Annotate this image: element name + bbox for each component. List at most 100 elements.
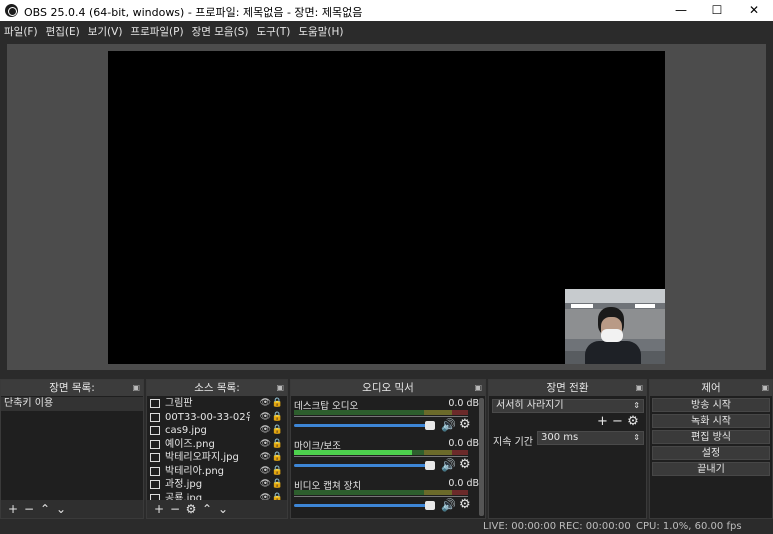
duration-spinbox[interactable]: 300 ms ⇕ xyxy=(537,431,644,445)
transition-select[interactable]: 서서히 사라지기 ⇕ xyxy=(492,399,644,413)
gear-icon[interactable]: ⚙ xyxy=(459,457,471,472)
gear-icon[interactable]: ⚙ xyxy=(459,497,471,512)
sources-header: 소스 목록: ▣ xyxy=(147,380,287,396)
move-up-icon[interactable]: ⌃ xyxy=(37,500,53,518)
scenes-toolbar: + − ⌃ ⌄ xyxy=(1,500,143,518)
scenes-header: 장면 목록: ▣ xyxy=(1,380,143,396)
remove-transition-icon[interactable]: − xyxy=(612,414,623,429)
image-icon xyxy=(150,439,160,449)
mixer-channel: 마이크/보조 0.0 dB 🔊 ⚙ xyxy=(291,437,485,477)
channel-db: 0.0 dB xyxy=(448,438,479,449)
chevron-updown-icon: ⇕ xyxy=(633,401,640,410)
visibility-eye-icon[interactable]: 👁 xyxy=(260,424,271,438)
menu-file[interactable]: 파일(F) xyxy=(0,21,42,39)
start-recording-button[interactable]: 녹화 시작 xyxy=(652,414,770,428)
controls-buttons: 방송 시작 녹화 시작 편집 방식 설정 끝내기 xyxy=(650,396,772,476)
menu-bar: 파일(F) 편집(E) 보기(V) 프로파일(P) 장면 모음(S) 도구(T) 도움말(H… xyxy=(0,21,773,40)
minimize-button[interactable]: — xyxy=(663,0,699,21)
move-up-icon[interactable]: ⌃ xyxy=(199,500,215,518)
mixer-header: 오디오 믹서 ▣ xyxy=(291,380,485,396)
speaker-icon[interactable]: 🔊 xyxy=(441,458,456,472)
remove-source-icon[interactable]: − xyxy=(167,500,183,518)
slider-knob[interactable] xyxy=(425,461,435,470)
source-item[interactable]: 박테리아.png 👁 🔒 xyxy=(147,465,287,479)
lock-icon[interactable]: 🔒 xyxy=(272,438,283,452)
obs-logo-icon xyxy=(5,4,18,17)
slider-knob[interactable] xyxy=(425,421,435,430)
visibility-eye-icon[interactable]: 👁 xyxy=(260,397,271,411)
menu-view[interactable]: 보기(V) xyxy=(84,21,127,39)
dock-float-icon[interactable]: ▣ xyxy=(276,380,284,396)
menu-scene-collection[interactable]: 장면 모음(S) xyxy=(188,21,253,39)
lock-icon[interactable]: 🔒 xyxy=(272,451,283,465)
menu-tools[interactable]: 도구(T) xyxy=(252,21,294,39)
lock-icon[interactable]: 🔒 xyxy=(272,465,283,479)
chevron-updown-icon[interactable]: ⇕ xyxy=(633,432,640,444)
mixer-channel: 데스크탑 오디오 0.0 dB 🔊 ⚙ xyxy=(291,397,485,437)
dock-float-icon[interactable]: ▣ xyxy=(635,380,643,396)
mixer-scrollbar[interactable] xyxy=(479,398,484,516)
speaker-icon[interactable]: 🔊 xyxy=(441,498,456,512)
menu-profile[interactable]: 프로파일(P) xyxy=(126,21,187,39)
image-icon xyxy=(150,466,160,476)
visibility-eye-icon[interactable]: 👁 xyxy=(260,451,271,465)
visibility-eye-icon[interactable]: 👁 xyxy=(260,465,271,479)
add-scene-icon[interactable]: + xyxy=(5,500,21,518)
menu-edit[interactable]: 편집(E) xyxy=(42,21,84,39)
volume-slider[interactable] xyxy=(294,421,435,430)
menu-help[interactable]: 도움말(H) xyxy=(294,21,347,39)
image-icon xyxy=(150,412,160,422)
source-item[interactable]: 공룡.jpg 👁 🔒 xyxy=(147,492,287,501)
remove-scene-icon[interactable]: − xyxy=(21,500,37,518)
source-item[interactable]: 예이즈.png 👁 🔒 xyxy=(147,438,287,452)
image-icon xyxy=(150,453,160,462)
exit-button[interactable]: 끝내기 xyxy=(652,462,770,476)
dock-float-icon[interactable]: ▣ xyxy=(132,380,140,396)
visibility-eye-icon[interactable]: 👁 xyxy=(260,411,271,425)
visibility-eye-icon[interactable]: 👁 xyxy=(260,438,271,452)
mixer-channel: 비디오 캡쳐 장치 0.0 dB 🔊 ⚙ xyxy=(291,477,485,517)
volume-slider[interactable] xyxy=(294,461,435,470)
dock-float-icon[interactable]: ▣ xyxy=(474,380,482,396)
visibility-eye-icon[interactable]: 👁 xyxy=(260,478,271,492)
move-down-icon[interactable]: ⌄ xyxy=(53,500,69,518)
move-down-icon[interactable]: ⌄ xyxy=(215,500,231,518)
slider-knob[interactable] xyxy=(425,501,435,510)
volume-slider[interactable] xyxy=(294,501,435,510)
scene-item[interactable]: 단축키 이용 xyxy=(1,397,143,411)
lock-icon[interactable]: 🔒 xyxy=(272,478,283,492)
settings-button[interactable]: 설정 xyxy=(652,446,770,460)
rec-status: REC: 00:00:00 xyxy=(559,521,631,532)
scenes-dock: 장면 목록: ▣ 단축키 이용 + − ⌃ ⌄ xyxy=(0,379,144,519)
controls-dock: 제어 ▣ 방송 시작 녹화 시작 편집 방식 설정 끝내기 xyxy=(649,379,773,519)
source-item[interactable]: 박테리오파지.jpg 👁 🔒 xyxy=(147,451,287,465)
source-item[interactable]: cas9.jpg 👁 🔒 xyxy=(147,424,287,438)
lock-icon[interactable]: 🔒 xyxy=(272,424,283,438)
maximize-button[interactable]: ☐ xyxy=(699,0,735,21)
source-item[interactable]: 과정.jpg 👁 🔒 xyxy=(147,478,287,492)
source-item[interactable]: 00T33-00-33-02유초👁🔒 xyxy=(147,411,287,425)
gear-icon[interactable]: ⚙ xyxy=(459,417,471,432)
duration-label: 지속 기간 xyxy=(493,437,533,448)
add-transition-icon[interactable]: + xyxy=(597,414,608,429)
channel-db: 0.0 dB xyxy=(448,478,479,489)
channel-db: 0.0 dB xyxy=(448,398,479,409)
lock-icon[interactable]: 🔒 xyxy=(272,397,283,411)
source-item[interactable]: 그림판 👁 🔒 xyxy=(147,397,287,411)
lock-icon[interactable]: 🔒 xyxy=(272,411,283,425)
dock-float-icon[interactable]: ▣ xyxy=(761,380,769,396)
mixer-channels: 데스크탑 오디오 0.0 dB 🔊 ⚙ 마이크/보조 0.0 dB 🔊 ⚙ 비디… xyxy=(291,397,485,518)
studio-mode-button[interactable]: 편집 방식 xyxy=(652,430,770,444)
gear-icon[interactable]: ⚙ xyxy=(183,500,199,518)
lock-icon[interactable]: 🔒 xyxy=(272,492,283,501)
gear-icon[interactable]: ⚙ xyxy=(627,414,639,429)
title-bar: OBS 25.0.4 (64-bit, windows) - 프로파일: 제목없… xyxy=(0,0,773,21)
sources-dock: 소스 목록:▣ 그림판👁🔒 00T33-00-33-02유초👁🔒 cas9.jp… xyxy=(146,379,288,519)
close-button[interactable]: ✕ xyxy=(736,0,772,21)
add-source-icon[interactable]: + xyxy=(151,500,167,518)
start-streaming-button[interactable]: 방송 시작 xyxy=(652,398,770,412)
speaker-icon[interactable]: 🔊 xyxy=(441,418,456,432)
webcam-source[interactable] xyxy=(565,289,665,364)
window-title: OBS 25.0.4 (64-bit, windows) - 프로파일: 제목없… xyxy=(24,6,363,19)
visibility-eye-icon[interactable]: 👁 xyxy=(260,492,271,501)
